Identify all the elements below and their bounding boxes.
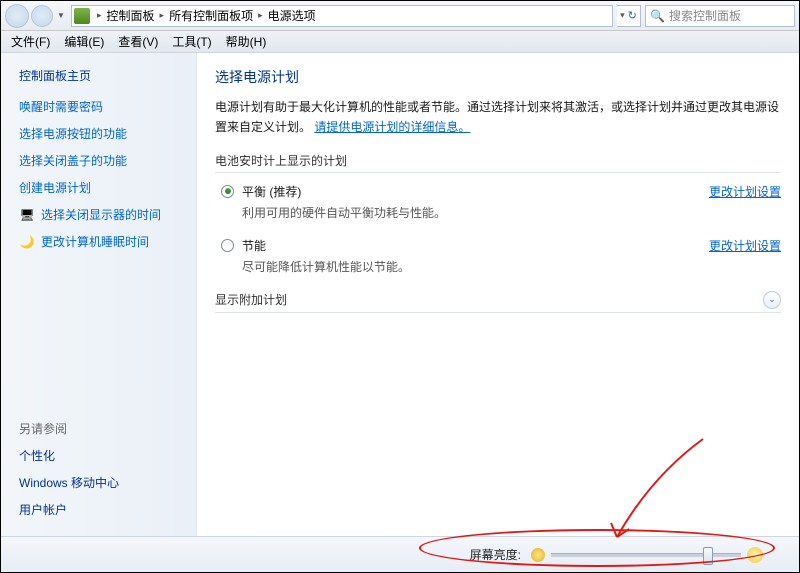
- plan-group-header: 电池安时计上显示的计划: [215, 152, 781, 173]
- desc-link[interactable]: 请提供电源计划的详细信息。: [314, 120, 470, 134]
- plan-power-saver[interactable]: 节能 尽可能降低计算机性能以节能。 更改计划设置: [215, 237, 781, 275]
- see-also-personalization[interactable]: 个性化: [19, 447, 184, 464]
- brightness-high-icon: [747, 547, 763, 563]
- monitor-icon: 🖥: [19, 207, 35, 223]
- nav-forward-button[interactable]: [31, 5, 53, 27]
- see-also-header: 另请参阅: [19, 420, 184, 437]
- nav-history-dropdown[interactable]: ▼: [55, 6, 67, 26]
- menu-file[interactable]: 文件(F): [5, 31, 56, 52]
- nav-back-button[interactable]: [5, 4, 29, 28]
- breadcrumb-item[interactable]: 所有控制面板项: [167, 7, 255, 24]
- sidebar-item-turn-off-display[interactable]: 🖥 选择关闭显示器的时间: [19, 206, 184, 223]
- change-plan-settings-link[interactable]: 更改计划设置: [709, 183, 781, 200]
- search-input[interactable]: 🔍 搜索控制面板: [645, 5, 795, 27]
- desc-text: 电源计划有助于最大化计算机的性能或者节能。通过选择计划来将其激活，或选择计划并通…: [215, 100, 779, 134]
- see-also-user-accounts[interactable]: 用户帐户: [19, 501, 184, 518]
- page-title: 选择电源计划: [215, 67, 781, 87]
- chevron-right-icon[interactable]: ▸: [157, 10, 168, 21]
- brightness-low-icon: [531, 548, 545, 562]
- group-header-label: 显示附加计划: [215, 291, 287, 308]
- control-panel-icon: [74, 8, 90, 24]
- search-icon: 🔍: [650, 9, 665, 23]
- sidebar-item-label[interactable]: 选择关闭显示器的时间: [41, 206, 161, 223]
- chevron-right-icon[interactable]: ▸: [94, 10, 105, 21]
- brightness-slider-thumb[interactable]: [703, 547, 713, 565]
- radio-selected[interactable]: [221, 185, 234, 198]
- refresh-dropdown-button[interactable]: ▾↻: [617, 5, 641, 27]
- sidebar-item-power-button[interactable]: 选择电源按钮的功能: [19, 125, 184, 142]
- sidebar: 控制面板主页 唤醒时需要密码 选择电源按钮的功能 选择关闭盖子的功能 创建电源计…: [1, 53, 197, 536]
- sidebar-item-label[interactable]: 更改计算机睡眠时间: [41, 233, 149, 250]
- moon-icon: 🌙: [19, 234, 35, 250]
- plan-desc: 尽可能降低计算机性能以节能。: [242, 258, 697, 275]
- menu-tools[interactable]: 工具(T): [166, 31, 217, 52]
- address-bar: ▼ ▸ 控制面板 ▸ 所有控制面板项 ▸ 电源选项 ▾↻ 🔍 搜索控制面板: [1, 1, 799, 31]
- sidebar-home[interactable]: 控制面板主页: [19, 67, 184, 84]
- brightness-slider[interactable]: [551, 553, 741, 557]
- content-pane: 选择电源计划 电源计划有助于最大化计算机的性能或者节能。通过选择计划来将其激活，…: [197, 53, 799, 536]
- brightness-bar: 屏幕亮度:: [1, 536, 799, 572]
- group-header-label: 电池安时计上显示的计划: [215, 152, 347, 169]
- breadcrumb[interactable]: ▸ 控制面板 ▸ 所有控制面板项 ▸ 电源选项: [71, 5, 613, 27]
- sidebar-item-create-plan[interactable]: 创建电源计划: [19, 179, 184, 196]
- search-placeholder: 搜索控制面板: [669, 7, 741, 24]
- breadcrumb-item[interactable]: 电源选项: [266, 7, 318, 24]
- see-also: 另请参阅 个性化 Windows 移动中心 用户帐户: [19, 420, 184, 528]
- radio-unselected[interactable]: [221, 239, 234, 252]
- plan-balanced[interactable]: 平衡 (推荐) 利用可用的硬件自动平衡功耗与性能。 更改计划设置: [215, 183, 781, 221]
- page-description: 电源计划有助于最大化计算机的性能或者节能。通过选择计划来将其激活，或选择计划并通…: [215, 97, 781, 138]
- plan-name: 平衡 (推荐): [242, 183, 697, 200]
- additional-plans-header[interactable]: 显示附加计划 ⌄: [215, 291, 781, 313]
- chevron-right-icon[interactable]: ▸: [255, 10, 266, 21]
- plan-name: 节能: [242, 237, 697, 254]
- main-area: 控制面板主页 唤醒时需要密码 选择电源按钮的功能 选择关闭盖子的功能 创建电源计…: [1, 53, 799, 536]
- breadcrumb-item[interactable]: 控制面板: [105, 7, 157, 24]
- see-also-mobility-center[interactable]: Windows 移动中心: [19, 474, 184, 491]
- change-plan-settings-link[interactable]: 更改计划设置: [709, 237, 781, 254]
- brightness-label: 屏幕亮度:: [470, 546, 521, 563]
- sidebar-item-wake-password[interactable]: 唤醒时需要密码: [19, 98, 184, 115]
- menu-view[interactable]: 查看(V): [112, 31, 164, 52]
- menu-edit[interactable]: 编辑(E): [58, 31, 110, 52]
- plan-desc: 利用可用的硬件自动平衡功耗与性能。: [242, 204, 697, 221]
- sidebar-item-sleep-time[interactable]: 🌙 更改计算机睡眠时间: [19, 233, 184, 250]
- menu-help[interactable]: 帮助(H): [220, 31, 273, 52]
- menu-bar: 文件(F) 编辑(E) 查看(V) 工具(T) 帮助(H): [1, 31, 799, 53]
- sidebar-item-close-lid[interactable]: 选择关闭盖子的功能: [19, 152, 184, 169]
- chevron-down-icon[interactable]: ⌄: [763, 291, 781, 309]
